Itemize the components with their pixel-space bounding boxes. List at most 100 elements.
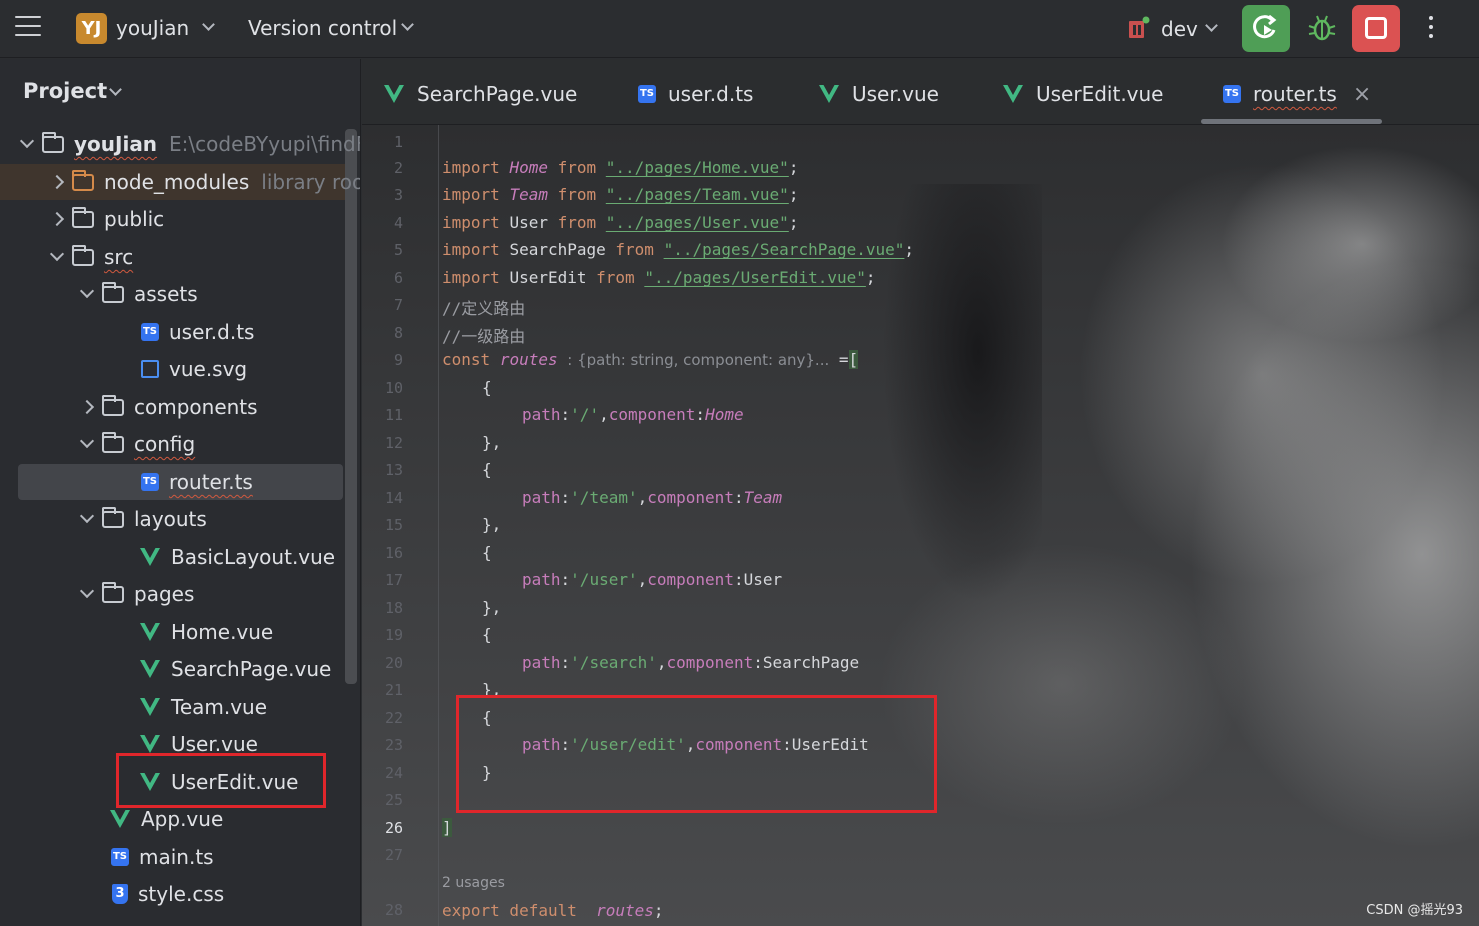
tree-item-main-ts[interactable]: TS main.ts [0, 839, 345, 875]
folder-icon [102, 506, 124, 528]
code-line: import Team from "../pages/Team.vue"; [442, 185, 799, 204]
line-number: 2 [393, 159, 403, 177]
code-line: import SearchPage from "../pages/SearchP… [442, 240, 915, 259]
tree-item-label: src [104, 245, 134, 269]
rerun-button[interactable] [1242, 5, 1290, 52]
line-number: 3 [393, 186, 403, 204]
code-brace: { [482, 625, 492, 644]
code-line: import Home from "../pages/Home.vue"; [442, 158, 799, 177]
tree-item-label: components [134, 395, 258, 419]
main-menu-icon[interactable] [15, 16, 41, 40]
tree-item-root[interactable]: youJian E:\codeBYyupi\findF [0, 126, 360, 162]
vue-file-icon [140, 735, 160, 753]
tree-item-label: vue.svg [169, 357, 248, 381]
image-file-icon [141, 360, 159, 378]
line-number: 12 [384, 434, 403, 452]
folder-icon [102, 431, 124, 453]
tree-item-label: Home.vue [171, 620, 274, 644]
library-root-label: library root [261, 170, 360, 194]
tab-user[interactable]: User.vue [818, 81, 939, 107]
tree-item-user-d-ts[interactable]: TS user.d.ts [0, 314, 345, 350]
tab-router-ts[interactable]: TS router.ts × [1223, 81, 1371, 107]
folder-icon [102, 394, 124, 416]
project-badge[interactable]: YJ [76, 13, 107, 44]
chevron-down-icon[interactable] [109, 83, 122, 96]
chevron-down-icon[interactable] [202, 18, 215, 31]
code-brace: }, [482, 598, 502, 617]
rerun-icon [1253, 14, 1277, 39]
tree-item-components[interactable]: components [0, 389, 345, 425]
code-line: path:'/user',component:User [522, 570, 783, 589]
tab-label: UserEdit.vue [1036, 82, 1164, 106]
expand-arrow-icon[interactable] [19, 133, 35, 149]
type-hint: : {path: string, component: any}... [567, 351, 830, 369]
tree-item-home[interactable]: Home.vue [0, 614, 345, 650]
tree-item-label: router.ts [169, 470, 253, 494]
expand-arrow-icon[interactable] [49, 174, 65, 190]
tree-item-public[interactable]: public [0, 201, 345, 237]
tree-item-vue-svg[interactable]: vue.svg [0, 351, 345, 387]
code-comment: //一级路由 [442, 327, 526, 346]
expand-arrow-icon[interactable] [79, 508, 95, 524]
css-file-icon: 3 [112, 884, 128, 904]
more-options-icon[interactable] [1426, 16, 1436, 42]
expand-arrow-icon[interactable] [49, 246, 65, 262]
vue-file-icon [110, 810, 130, 828]
line-number: 18 [384, 599, 403, 617]
panel-title[interactable]: Project [23, 79, 107, 103]
project-name[interactable]: youJian [116, 16, 189, 40]
expand-arrow-icon[interactable] [79, 283, 95, 299]
tree-item-team[interactable]: Team.vue [0, 689, 345, 725]
tree-item-search-page[interactable]: SearchPage.vue [0, 651, 345, 687]
line-number: 4 [393, 214, 403, 232]
tree-item-label: SearchPage.vue [171, 657, 332, 681]
tree-item-basic-layout[interactable]: BasicLayout.vue [0, 539, 345, 575]
tab-search-page[interactable]: SearchPage.vue [383, 81, 577, 107]
line-number: 16 [384, 544, 403, 562]
tree-item-src[interactable]: src [0, 239, 345, 275]
line-number: 23 [384, 736, 403, 754]
debug-icon[interactable] [1306, 12, 1338, 44]
line-number: 21 [384, 681, 403, 699]
line-number: 5 [393, 241, 403, 259]
tree-item-config[interactable]: config [0, 426, 345, 462]
expand-arrow-icon[interactable] [79, 433, 95, 449]
editor-tabs: SearchPage.vue TS user.d.ts User.vue Use… [362, 59, 1479, 125]
tree-item-pages[interactable]: pages [0, 576, 345, 612]
folder-icon [42, 131, 64, 153]
tab-user-d-ts[interactable]: TS user.d.ts [638, 81, 753, 107]
code-line: import UserEdit from "../pages/UserEdit.… [442, 268, 876, 287]
vue-file-icon [1003, 85, 1023, 103]
folder-icon [102, 581, 124, 603]
tab-user-edit[interactable]: UserEdit.vue [1002, 81, 1164, 107]
line-number: 20 [384, 654, 403, 672]
line-number: 15 [384, 516, 403, 534]
expand-arrow-icon[interactable] [79, 583, 95, 599]
tree-item-label: layouts [134, 507, 207, 531]
tree-item-layouts[interactable]: layouts [0, 501, 345, 537]
tree-item-label: user.d.ts [169, 320, 255, 344]
code-line: import User from "../pages/User.vue"; [442, 213, 799, 232]
line-number: 6 [393, 269, 403, 287]
branch-selector[interactable]: dev [1161, 17, 1198, 41]
tree-scrollbar[interactable] [345, 129, 357, 684]
line-number: 17 [384, 571, 403, 589]
expand-arrow-icon[interactable] [49, 211, 65, 227]
line-number: 8 [393, 324, 403, 342]
code-line: ] [442, 818, 452, 837]
chevron-down-icon[interactable] [401, 18, 414, 31]
tree-item-assets[interactable]: assets [0, 276, 345, 312]
vue-file-icon [384, 85, 404, 103]
tree-item-style-css[interactable]: 3 style.css [0, 876, 345, 912]
expand-arrow-icon[interactable] [79, 399, 95, 415]
code-line: const routes : {path: string, component:… [442, 350, 859, 369]
line-number: 26 [384, 819, 403, 837]
stop-button[interactable] [1352, 5, 1400, 52]
tree-item-node-modules[interactable]: node_modules library root [0, 164, 360, 200]
close-icon[interactable]: × [1353, 82, 1371, 107]
chevron-down-icon[interactable] [1205, 19, 1218, 32]
tree-item-router-ts[interactable]: TS router.ts [18, 464, 343, 500]
usages-hint[interactable]: 2 usages [442, 875, 505, 891]
branch-icon[interactable] [1128, 16, 1150, 40]
version-control-menu[interactable]: Version control [248, 16, 397, 40]
